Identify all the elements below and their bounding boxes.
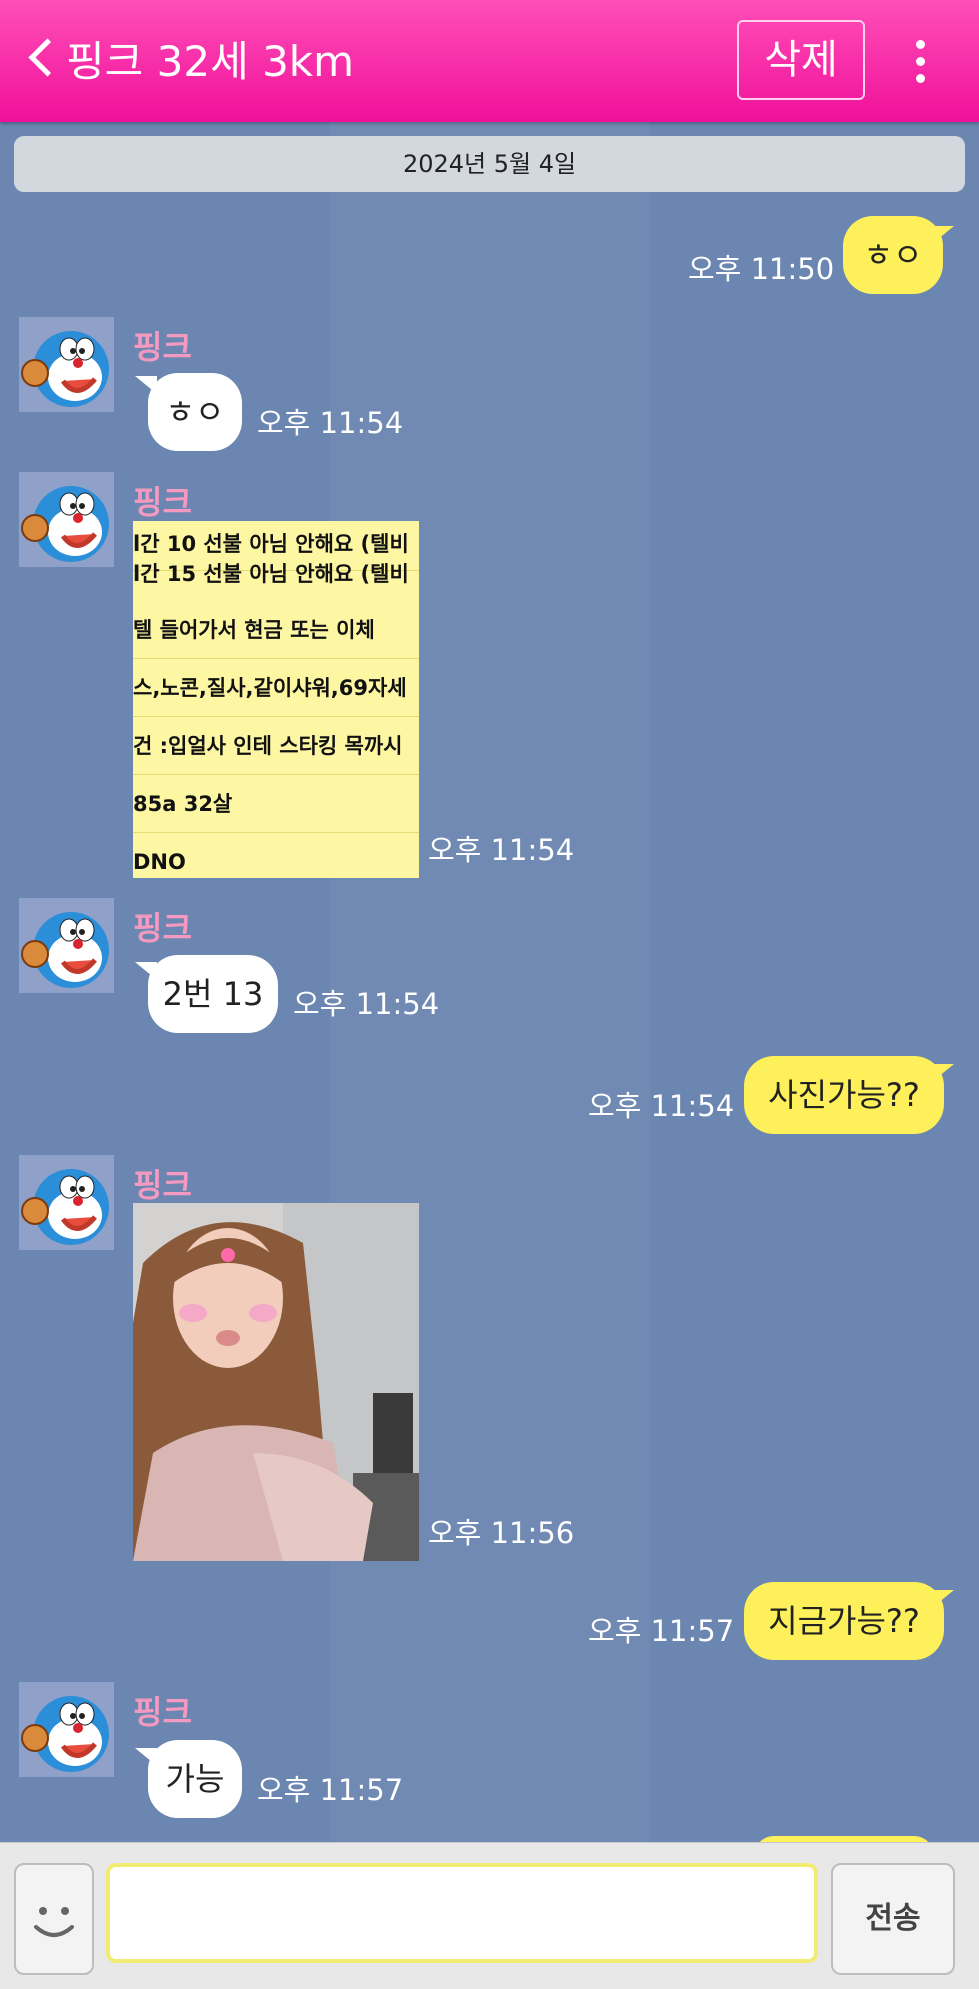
- chat-title: 핑크 32세 3km: [66, 37, 355, 86]
- bubble-tail: [932, 226, 954, 244]
- photo-image: [133, 1203, 419, 1561]
- message-input[interactable]: [106, 1863, 818, 1963]
- chevron-left-icon[interactable]: [28, 38, 67, 77]
- other-message-bubble[interactable]: ㅎㅇ: [148, 373, 242, 451]
- avatar[interactable]: [19, 1155, 114, 1250]
- sender-name: 핑크: [133, 1166, 192, 1204]
- image-text-line: 텔 들어가서 현금 또는 이체: [133, 609, 419, 659]
- image-text-line: 스,노콘,질사,같이샤워,69자세: [133, 667, 419, 717]
- delete-button[interactable]: 삭제: [737, 20, 865, 100]
- message-time: 오후 11:54: [257, 406, 404, 440]
- date-divider: 2024년 5월 4일: [14, 136, 965, 192]
- avatar[interactable]: [19, 1682, 114, 1777]
- message-text: 사진가능??: [768, 1076, 920, 1114]
- chat-header: 핑크 32세 3km 삭제: [0, 0, 979, 122]
- sender-name: 핑크: [133, 483, 192, 521]
- message-text: 지금가능??: [768, 1602, 920, 1640]
- message-time: 오후 11:50: [688, 252, 835, 286]
- doraemon-avatar-icon: [19, 317, 114, 412]
- avatar[interactable]: [19, 472, 114, 567]
- image-text-line: 건 :입얼사 인테 스타킹 목까시: [133, 725, 419, 775]
- other-message-bubble[interactable]: 2번 13: [148, 955, 278, 1033]
- message-time: 오후 11:54: [293, 987, 440, 1021]
- sender-name: 핑크: [133, 1693, 192, 1731]
- avatar[interactable]: [19, 898, 114, 993]
- background-stripe: [330, 122, 650, 1842]
- message-time: 오후 11:57: [257, 1773, 404, 1807]
- emoji-button[interactable]: [14, 1863, 94, 1975]
- my-message-bubble[interactable]: 사진가능??: [744, 1056, 944, 1134]
- message-composer: 전송: [0, 1842, 979, 1989]
- image-text-line: 85a 32살: [133, 783, 419, 833]
- message-text: ㅎㅇ: [165, 393, 225, 431]
- my-message-bubble[interactable]: ㅎㅇ: [843, 216, 943, 294]
- message-time: 오후 11:54: [428, 833, 575, 867]
- other-message-bubble[interactable]: 가능: [148, 1740, 242, 1818]
- message-text: 2번 13: [162, 975, 264, 1013]
- sender-name: 핑크: [133, 328, 192, 366]
- image-text-line: l간 15 선불 아님 안해요 (텔비: [133, 562, 409, 586]
- sender-name: 핑크: [133, 909, 192, 947]
- bubble-tail: [932, 1064, 954, 1082]
- image-message[interactable]: l간 10 선불 아님 안해요 (텔비 l간 15 선불 아님 안해요 (텔비 …: [133, 521, 419, 878]
- message-text: ㅎㅇ: [863, 236, 923, 274]
- image-text-line: DNO: [133, 850, 186, 874]
- my-message-bubble[interactable]: 지금가능??: [744, 1582, 944, 1660]
- message-time: 오후 11:56: [428, 1516, 575, 1550]
- more-vertical-icon[interactable]: [914, 40, 926, 84]
- bubble-tail: [932, 1590, 954, 1608]
- avatar[interactable]: [19, 317, 114, 412]
- image-message[interactable]: [133, 1203, 419, 1561]
- smiley-icon: [34, 1907, 74, 1937]
- message-text: 가능: [165, 1760, 225, 1798]
- message-time: 오후 11:54: [588, 1089, 735, 1123]
- message-time: 오후 11:57: [588, 1614, 735, 1648]
- send-button[interactable]: 전송: [831, 1863, 955, 1975]
